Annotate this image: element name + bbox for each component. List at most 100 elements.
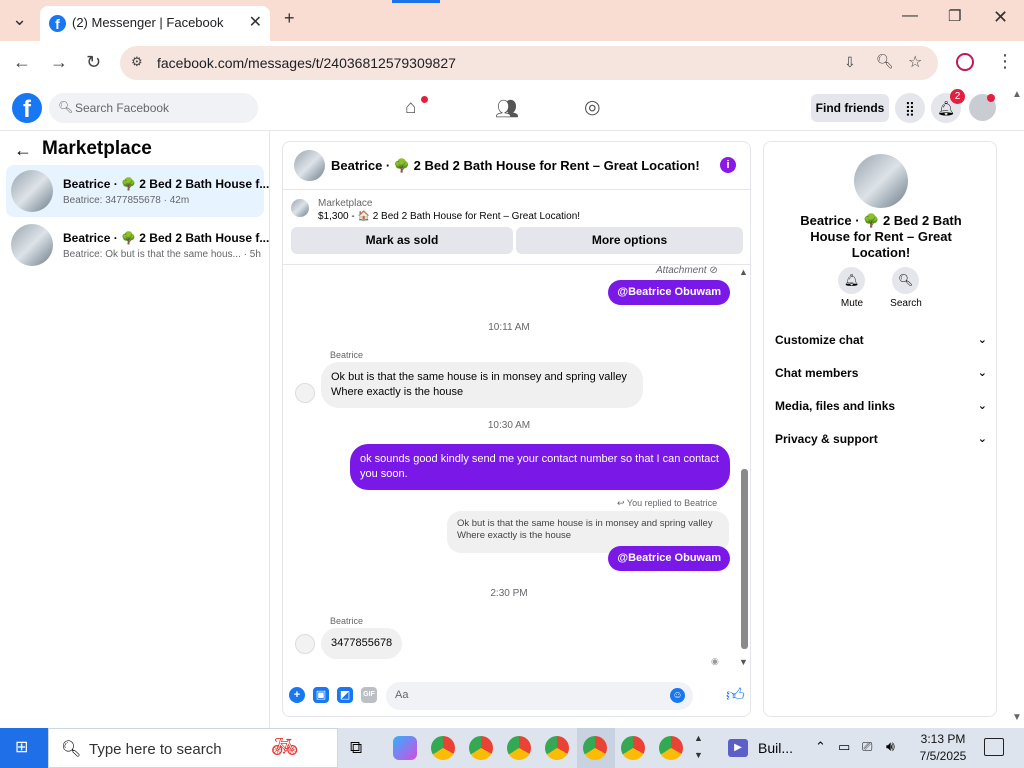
back-arrow-icon[interactable]: ← (14, 140, 32, 161)
site-info-icon[interactable]: ⚙ (131, 54, 143, 70)
section-label: Chat members (775, 366, 859, 380)
scroll-down-icon[interactable]: ▼ (739, 657, 748, 667)
menu-kebab-icon[interactable]: ⋮ (996, 51, 1014, 72)
taskbar-app-label[interactable]: Buil... (758, 740, 793, 756)
add-icon[interactable]: + (289, 687, 305, 703)
mention-bubble[interactable]: @Beatrice Obuwam (608, 280, 730, 305)
copilot-icon[interactable] (393, 736, 417, 760)
sticker-icon[interactable]: ◩ (337, 687, 353, 703)
message-thread: Attachment ⊘ @Beatrice Obuwam 10:11 AM B… (283, 265, 750, 674)
facebook-logo-icon[interactable]: f (12, 93, 42, 123)
zoom-icon[interactable]: 🔍︎ (876, 53, 894, 70)
chrome-icon[interactable] (469, 736, 493, 760)
chevron-down-icon: ⌄ (977, 400, 987, 412)
chrome-icon[interactable] (431, 736, 455, 760)
marketplace-label: Marketplace (318, 198, 373, 209)
section-label: Privacy & support (775, 432, 878, 446)
url-text: facebook.com/messages/t/2403681257930982… (157, 55, 456, 71)
tab-search-icon[interactable]: ⌄ (12, 9, 27, 30)
emoji-icon[interactable]: ☺ (670, 688, 685, 703)
listing-thumbnail (291, 199, 309, 217)
search-icon[interactable]: 🔍︎ (892, 267, 919, 294)
incoming-message[interactable]: Ok but is that the same house is in mons… (321, 362, 643, 408)
conversation-item[interactable]: Beatrice · 🌳 2 Bed 2 Bath House f... Bea… (6, 219, 269, 271)
window-close-icon[interactable]: ✕ (993, 7, 1008, 28)
browser-tab[interactable]: f (2) Messenger | Facebook ✕ (40, 6, 270, 41)
mute-bell-icon[interactable]: 🔔︎ (838, 267, 865, 294)
install-app-icon[interactable]: ⇩ (844, 54, 856, 71)
profile-icon[interactable] (956, 53, 974, 71)
scroll-up-arrow-icon[interactable]: ▲ (1012, 89, 1022, 100)
reload-icon[interactable]: ↻ (86, 52, 101, 73)
mute-label: Mute (840, 298, 864, 309)
facebook-favicon-icon: f (49, 15, 66, 32)
task-view-icon[interactable]: ⧉ (350, 738, 362, 758)
privacy-support-section[interactable]: Privacy & support ⌄ (775, 432, 987, 452)
scroll-up-icon[interactable]: ▲ (739, 267, 748, 277)
chrome-icon[interactable] (659, 736, 683, 760)
tray-expand-icon[interactable]: ⌃ (815, 739, 826, 755)
volume-icon[interactable]: 🔊︎ (886, 738, 895, 755)
back-icon[interactable]: ← (13, 52, 31, 73)
customize-chat-section[interactable]: Customize chat ⌄ (775, 333, 987, 353)
chat-details-title: Beatrice · 🌳 2 Bed 2 Bath House for Rent… (800, 213, 962, 260)
chrome-icon[interactable] (545, 736, 569, 760)
notification-center-icon[interactable] (984, 738, 1004, 756)
more-options-button[interactable]: More options (516, 227, 743, 254)
meet-now-icon[interactable]: ▭ (838, 739, 850, 755)
like-thumb-icon[interactable]: 👍︎ (726, 684, 745, 706)
message-composer: + ▣ ◩ GIF Aa ☺ 👍︎ (283, 674, 750, 716)
menu-grid-icon[interactable]: ⣿ (895, 93, 925, 123)
mention-bubble[interactable]: @Beatrice Obuwam (608, 546, 730, 571)
restore-icon[interactable]: ❐ (948, 7, 961, 25)
media-app-icon[interactable]: ▶ (728, 739, 748, 757)
marketplace-listing-bar: Marketplace $1,300 - 🏠 2 Bed 2 Bath Hous… (283, 190, 750, 265)
chat-avatar[interactable] (854, 154, 908, 208)
seen-indicator-icon: ◉ (711, 656, 719, 666)
network-icon[interactable]: ⎚ (862, 739, 872, 755)
home-icon[interactable]: ⌂ (405, 97, 416, 119)
timestamp: 2:30 PM (490, 588, 528, 599)
sender-avatar[interactable] (295, 383, 315, 403)
listing-price-title[interactable]: $1,300 - 🏠 2 Bed 2 Bath House for Rent –… (318, 211, 580, 222)
scroll-down-arrow-icon[interactable]: ▼ (1012, 712, 1022, 723)
facebook-header: f 🔍︎ Search Facebook ⌂ 👥︎ ◎ Find friends… (0, 85, 1024, 131)
minimize-icon[interactable]: — (902, 7, 918, 25)
chrome-icon[interactable] (621, 736, 645, 760)
gif-icon[interactable]: GIF (361, 687, 377, 703)
taskbar-scroll-arrows-icon[interactable]: ▲ ▼ (694, 730, 703, 764)
outgoing-message[interactable]: ok sounds good kindly send me your conta… (350, 444, 730, 490)
mark-as-sold-button[interactable]: Mark as sold (291, 227, 513, 254)
facebook-search-input[interactable]: 🔍︎ Search Facebook (49, 93, 258, 123)
find-friends-button[interactable]: Find friends (811, 94, 889, 122)
taskbar-search-input[interactable]: 🔍︎ Type here to search 🚲︎ (48, 728, 338, 768)
scrollbar-thumb[interactable] (741, 469, 748, 649)
conversation-item[interactable]: Beatrice · 🌳 2 Bed 2 Bath House f... Bea… (6, 165, 269, 217)
chrome-icon[interactable] (583, 736, 607, 760)
groups-icon[interactable]: ◎ (584, 96, 601, 119)
browser-tab-bar: ⌄ f (2) Messenger | Facebook ✕ + — ❐ ✕ (0, 0, 1024, 41)
clock-date: 7/5/2025 (919, 749, 967, 763)
tab-close-icon[interactable]: ✕ (249, 12, 262, 32)
chrome-icon[interactable] (507, 736, 531, 760)
incoming-message[interactable]: 3477855678 (321, 628, 403, 659)
attachment-label[interactable]: Attachment ⊘ (656, 265, 718, 276)
system-clock[interactable]: 3:13 PM 7/5/2025 (910, 731, 976, 765)
sender-avatar[interactable] (295, 634, 315, 654)
message-line: Ok but is that the same house is in mons… (331, 371, 627, 383)
start-button[interactable]: ⊞ (0, 728, 48, 768)
home-notification-dot (421, 96, 428, 103)
media-files-links-section[interactable]: Media, files and links ⌄ (775, 399, 987, 419)
message-scrollbar[interactable]: ▲ ▼ (738, 265, 750, 674)
address-bar[interactable]: ⚙ facebook.com/messages/t/24036812579309… (120, 46, 938, 80)
chat-title[interactable]: Beatrice · 🌳 2 Bed 2 Bath House for Rent… (331, 158, 700, 174)
forward-icon[interactable]: → (50, 52, 68, 73)
chat-thumbnail[interactable] (294, 150, 325, 181)
friends-icon[interactable]: 👥︎ (495, 97, 519, 121)
chat-members-section[interactable]: Chat members ⌄ (775, 366, 987, 386)
message-input[interactable]: Aa ☺ (386, 682, 693, 710)
info-icon[interactable]: i (720, 157, 736, 173)
photo-icon[interactable]: ▣ (313, 687, 329, 703)
new-tab-icon[interactable]: + (284, 8, 295, 29)
bookmark-star-icon[interactable]: ☆ (908, 52, 922, 72)
